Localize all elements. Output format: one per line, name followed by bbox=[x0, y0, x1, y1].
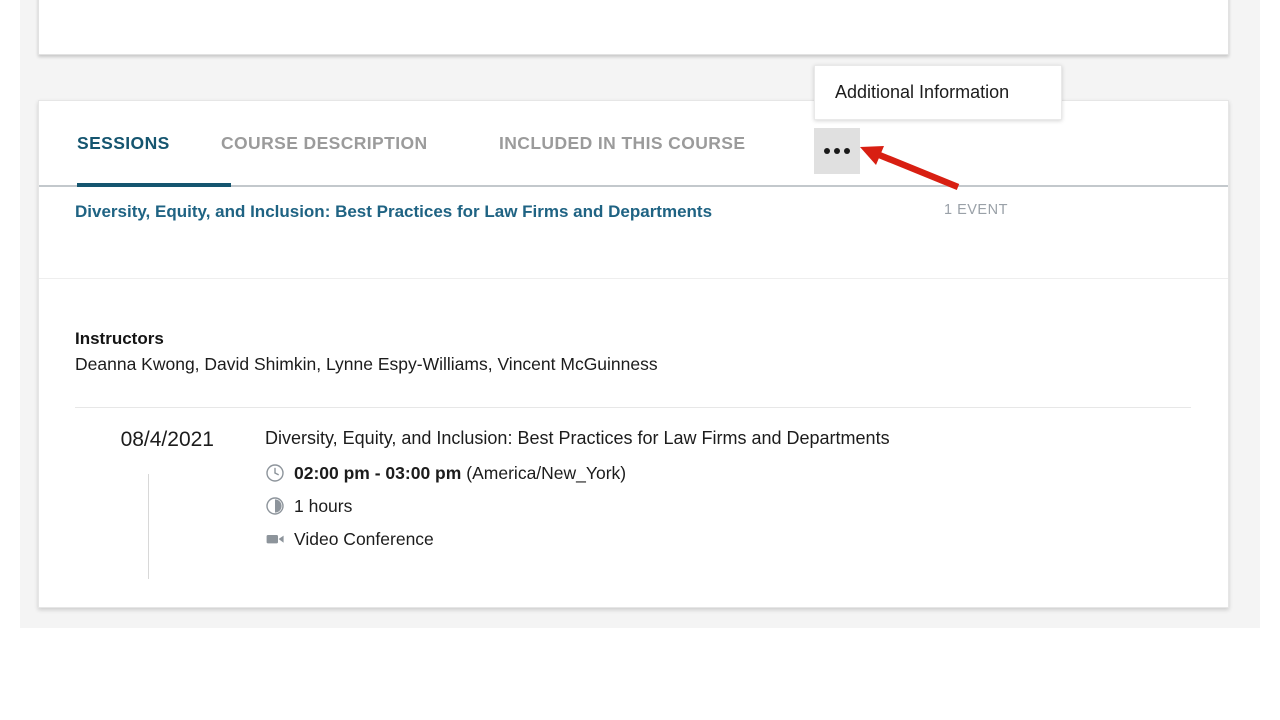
additional-information-button[interactable] bbox=[814, 128, 860, 174]
session-header-row: Diversity, Equity, and Inclusion: Best P… bbox=[39, 187, 1228, 279]
ellipsis-icon-dot-3 bbox=[844, 148, 850, 154]
event-divider bbox=[75, 407, 1191, 408]
event-location: Video Conference bbox=[294, 529, 434, 550]
instructors-block: Instructors Deanna Kwong, David Shimkin,… bbox=[75, 329, 1185, 375]
tooltip-label: Additional Information bbox=[815, 82, 1009, 103]
sessions-card: SESSIONS COURSE DESCRIPTION INCLUDED IN … bbox=[38, 100, 1229, 608]
previous-card-bottom-edge bbox=[38, 0, 1229, 55]
event-time-range: 02:00 pm - 03:00 pm bbox=[294, 463, 461, 484]
event-title: Diversity, Equity, and Inclusion: Best P… bbox=[265, 428, 1165, 450]
event-duration-line: 1 hours bbox=[265, 496, 1165, 517]
ellipsis-icon-dot-2 bbox=[834, 148, 840, 154]
event-connector-line bbox=[148, 474, 149, 579]
event-time-line: 02:00 pm - 03:00 pm (America/New_York) bbox=[265, 463, 1165, 484]
session-title-link[interactable]: Diversity, Equity, and Inclusion: Best P… bbox=[75, 201, 723, 222]
additional-information-tooltip: Additional Information bbox=[814, 65, 1062, 120]
clock-icon bbox=[265, 463, 285, 483]
tab-included-in-this-course[interactable]: INCLUDED IN THIS COURSE bbox=[499, 133, 745, 154]
tab-course-description[interactable]: COURSE DESCRIPTION bbox=[221, 133, 428, 154]
instructors-names: Deanna Kwong, David Shimkin, Lynne Espy-… bbox=[75, 354, 1185, 375]
event-date: 08/4/2021 bbox=[84, 428, 214, 452]
event-duration: 1 hours bbox=[294, 496, 352, 517]
video-camera-icon bbox=[265, 529, 285, 549]
instructors-label: Instructors bbox=[75, 329, 1185, 349]
event-location-line: Video Conference bbox=[265, 529, 1165, 550]
session-event-count: 1 EVENT bbox=[944, 202, 1008, 218]
ellipsis-icon-dot-1 bbox=[824, 148, 830, 154]
tab-sessions[interactable]: SESSIONS bbox=[77, 133, 170, 154]
event-details: Diversity, Equity, and Inclusion: Best P… bbox=[265, 428, 1165, 562]
half-pie-clock-icon bbox=[265, 496, 285, 516]
event-timezone: (America/New_York) bbox=[466, 463, 626, 484]
